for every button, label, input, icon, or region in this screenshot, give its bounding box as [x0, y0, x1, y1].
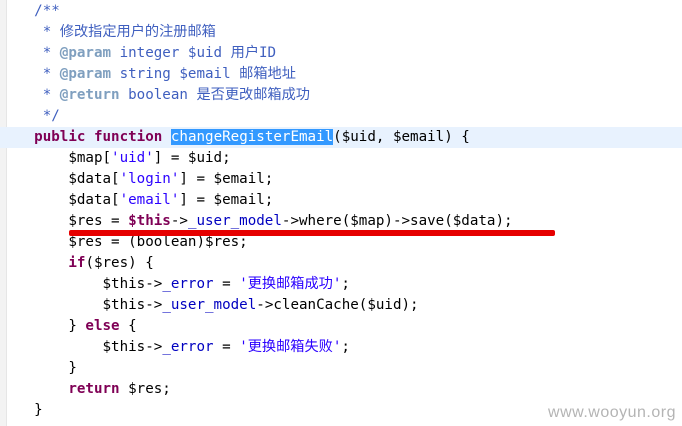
red-underline-annotation [69, 230, 555, 236]
code-token: 'uid' [111, 150, 154, 166]
code-token: public [34, 129, 86, 145]
code-token: function [93, 129, 163, 145]
code-token: ] = $email; [179, 171, 274, 187]
code-token: ($res) { [85, 255, 154, 271]
code-token: * [0, 66, 60, 82]
code-token: $res = [0, 213, 129, 229]
code-token: = [213, 276, 240, 292]
code-token: '更换邮箱失败' [239, 339, 342, 355]
code-token: _error [162, 276, 214, 292]
code-line[interactable]: $res = $this->_user_model->where($map)->… [0, 211, 682, 232]
code-token: string $email 邮箱地址 [111, 66, 296, 82]
code-token: ->where($map)->save($data); [281, 213, 513, 229]
code-token: $res; [119, 381, 171, 397]
code-token: 'email' [119, 192, 180, 208]
code-token: @param [59, 45, 112, 61]
code-line[interactable]: $map['uid'] = $uid; [0, 148, 682, 169]
code-token: _error [162, 339, 214, 355]
code-line[interactable]: */ [0, 106, 682, 127]
code-token: @return [59, 87, 120, 103]
code-token: ] = $uid; [153, 150, 231, 166]
code-token: '更换邮箱成功' [239, 276, 342, 292]
selected-text: changeRegisterEmail [170, 129, 334, 145]
code-line[interactable]: * @param string $email 邮箱地址 [0, 64, 682, 85]
code-token: -> [145, 297, 163, 313]
code-token: @param [59, 66, 112, 82]
code-line[interactable]: if($res) { [0, 253, 682, 274]
code-token: ; [341, 276, 350, 292]
code-token: -> [170, 213, 188, 229]
code-token: } [0, 360, 77, 376]
code-line[interactable]: /** [0, 1, 682, 22]
watermark: www.wooyun.org [548, 404, 676, 421]
code-token: -> [145, 339, 163, 355]
code-token: /** [0, 3, 60, 19]
code-line[interactable]: * @return boolean 是否更改邮箱成功 [0, 85, 682, 106]
code-line[interactable]: } [0, 358, 682, 379]
code-token: ->cleanCache($uid); [256, 297, 419, 313]
code-line[interactable]: $data['email'] = $email; [0, 190, 682, 211]
code-line[interactable]: return $res; [0, 379, 682, 400]
code-token: { [119, 318, 137, 334]
code-line[interactable]: * @param integer $uid 用户ID [0, 43, 682, 64]
code-line[interactable]: public function changeRegisterEmail($uid… [0, 127, 682, 148]
code-token: _user_model [187, 213, 282, 229]
code-token: * [0, 45, 60, 61]
code-token: = [213, 339, 240, 355]
code-editor[interactable]: /** * 修改指定用户的注册邮箱 * @param integer $uid … [0, 0, 682, 426]
code-token: -> [145, 276, 163, 292]
code-token: $this [102, 276, 146, 292]
code-line[interactable]: $this->_error = '更换邮箱成功'; [0, 274, 682, 295]
code-token: * 修改指定用户的注册邮箱 [0, 24, 216, 40]
code-line[interactable]: } else { [0, 316, 682, 337]
code-token: else [85, 318, 120, 334]
code-line[interactable]: $data['login'] = $email; [0, 169, 682, 190]
code-token: $data[ [0, 192, 120, 208]
code-token: } [0, 402, 43, 418]
code-token: ] = $email; [179, 192, 274, 208]
code-token: $data[ [0, 171, 120, 187]
code-token: } [0, 318, 86, 334]
code-token: boolean 是否更改邮箱成功 [119, 87, 310, 103]
code-token: 'login' [119, 171, 180, 187]
code-token: */ [0, 108, 60, 124]
code-token: return [68, 381, 120, 397]
code-token: integer $uid 用户ID [111, 45, 277, 61]
code-token: $this [102, 297, 146, 313]
code-token: $map[ [0, 150, 112, 166]
code-token: $this [128, 213, 171, 229]
code-token: ; [341, 339, 350, 355]
code-token: $res = (boolean)$res; [0, 234, 248, 250]
code-token: _user_model [162, 297, 257, 313]
code-token: $this [102, 339, 146, 355]
code-token: ($uid, $email) { [333, 129, 470, 145]
code-line[interactable]: $this->_error = '更换邮箱失败'; [0, 337, 682, 358]
code-line[interactable]: * 修改指定用户的注册邮箱 [0, 22, 682, 43]
code-token: * [0, 87, 60, 103]
code-token: if [68, 255, 86, 271]
code-line[interactable]: $this->_user_model->cleanCache($uid); [0, 295, 682, 316]
